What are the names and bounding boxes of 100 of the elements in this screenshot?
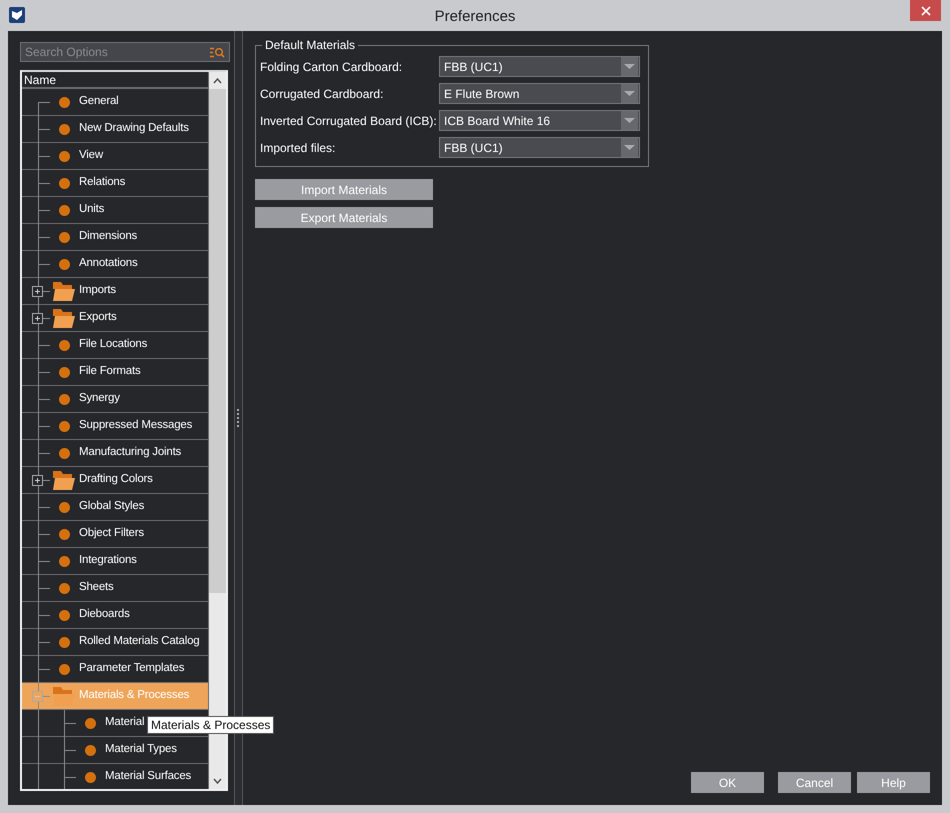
tree-item[interactable]: Imports bbox=[22, 278, 209, 305]
close-button[interactable] bbox=[910, 0, 941, 21]
bullet-icon bbox=[59, 232, 70, 243]
tree-item[interactable]: File Locations bbox=[22, 332, 209, 359]
bullet-icon bbox=[59, 610, 70, 621]
field-label: Inverted Corrugated Board (ICB): bbox=[260, 114, 438, 128]
bullet-icon bbox=[59, 502, 70, 513]
column-header: Name bbox=[22, 72, 209, 89]
bullet-icon bbox=[59, 664, 70, 675]
tree-item-label: Exports bbox=[79, 311, 117, 323]
tree-item-label: Integrations bbox=[79, 554, 137, 566]
tree-item[interactable]: Global Styles bbox=[22, 494, 209, 521]
folder-icon bbox=[52, 686, 76, 707]
material-dropdown[interactable]: E Flute Brown bbox=[439, 83, 640, 104]
scroll-down-icon bbox=[213, 778, 222, 784]
bullet-icon bbox=[59, 394, 70, 405]
tree-item[interactable]: Material Types bbox=[22, 737, 209, 764]
tree-item[interactable]: Annotations bbox=[22, 251, 209, 278]
bullet-icon bbox=[85, 772, 96, 783]
expand-button[interactable] bbox=[32, 475, 43, 486]
tree-item-label: Parameter Templates bbox=[79, 662, 184, 674]
bullet-icon bbox=[59, 97, 70, 108]
tree-item-label: Materials & Processes bbox=[79, 689, 190, 701]
bullet-icon bbox=[59, 340, 70, 351]
material-dropdown[interactable]: FBB (UC1) bbox=[439, 56, 640, 77]
tree-item-label: Relations bbox=[79, 176, 126, 188]
tree-item[interactable]: Suppressed Messages bbox=[22, 413, 209, 440]
tree-item-label: Suppressed Messages bbox=[79, 419, 192, 431]
plus-icon bbox=[33, 476, 42, 485]
tree-item[interactable]: Exports bbox=[22, 305, 209, 332]
tree-item-label: Drafting Colors bbox=[79, 473, 153, 485]
folder-icon bbox=[52, 470, 76, 491]
app-logo-icon bbox=[9, 7, 25, 23]
tree-item[interactable]: General bbox=[22, 89, 209, 116]
bullet-icon bbox=[59, 124, 70, 135]
expand-button[interactable] bbox=[32, 313, 43, 324]
field-label: Folding Carton Cardboard: bbox=[260, 60, 404, 74]
bullet-icon bbox=[59, 529, 70, 540]
tree-item[interactable]: New Drawing Defaults bbox=[22, 116, 209, 143]
tree-item[interactable]: Sheets bbox=[22, 575, 209, 602]
tooltip: Materials & Processes bbox=[147, 716, 274, 734]
tree-item[interactable]: Synergy bbox=[22, 386, 209, 413]
tree-item-label: File Locations bbox=[79, 338, 148, 350]
tree-item[interactable]: Drafting Colors bbox=[22, 467, 209, 494]
tree-item-label: Material Types bbox=[105, 743, 177, 755]
bullet-icon bbox=[59, 151, 70, 162]
bullet-icon bbox=[59, 583, 70, 594]
group-title: Default Materials bbox=[264, 38, 356, 52]
tree-item[interactable]: Integrations bbox=[22, 548, 209, 575]
search-input[interactable]: Search Options bbox=[25, 45, 210, 59]
expand-button[interactable] bbox=[32, 286, 43, 297]
bullet-icon bbox=[59, 448, 70, 459]
window-title: Preferences bbox=[434, 6, 516, 24]
grip-icon bbox=[237, 408, 240, 428]
tree-item[interactable]: View bbox=[22, 143, 209, 170]
scroll-thumb[interactable] bbox=[209, 89, 226, 593]
tree-item-label: View bbox=[79, 149, 103, 161]
tree-item-label: Units bbox=[79, 203, 104, 215]
bullet-icon bbox=[59, 421, 70, 432]
bullet-icon bbox=[85, 718, 96, 729]
tree-item-label: General bbox=[79, 95, 119, 107]
tree-item[interactable]: File Formats bbox=[22, 359, 209, 386]
material-dropdown[interactable]: ICB Board White 16 bbox=[439, 110, 640, 131]
tree-item-label: Dieboards bbox=[79, 608, 130, 620]
tree-item[interactable]: Object Filters bbox=[22, 521, 209, 548]
bullet-icon bbox=[59, 259, 70, 270]
field-label: Imported files: bbox=[260, 140, 336, 154]
tree-item[interactable]: Rolled Materials Catalog bbox=[22, 629, 209, 656]
tree-item-label: Synergy bbox=[79, 392, 120, 404]
tree-item[interactable]: Dieboards bbox=[22, 602, 209, 629]
bullet-icon bbox=[59, 205, 70, 216]
tree-item-label: Imports bbox=[79, 284, 116, 296]
tree-item-label: Annotations bbox=[79, 257, 138, 269]
tree-item[interactable]: Dimensions bbox=[22, 224, 209, 251]
material-dropdown[interactable]: FBB (UC1) bbox=[439, 137, 640, 158]
bullet-icon bbox=[59, 637, 70, 648]
tree-item-label: Manufacturing Joints bbox=[79, 446, 182, 458]
tree-item[interactable]: Relations bbox=[22, 170, 209, 197]
bullet-icon bbox=[59, 367, 70, 378]
plus-icon bbox=[33, 314, 42, 323]
folder-icon bbox=[52, 281, 76, 302]
bullet-icon bbox=[85, 745, 96, 756]
bullet-icon bbox=[59, 556, 70, 567]
tree-item-label: Sheets bbox=[79, 581, 114, 593]
scroll-up-icon bbox=[213, 78, 222, 84]
tree-item-label: New Drawing Defaults bbox=[79, 122, 189, 134]
search-icon bbox=[210, 46, 225, 58]
tree-item-label: Material Surfaces bbox=[105, 770, 192, 782]
tree-item-label: Material bbox=[105, 716, 144, 728]
folder-icon bbox=[52, 308, 76, 329]
tree-item[interactable]: Units bbox=[22, 197, 209, 224]
search-field[interactable]: Search Options bbox=[20, 42, 230, 62]
tree-item-label: Object Filters bbox=[79, 527, 144, 539]
field-label: Corrugated Cardboard: bbox=[260, 86, 384, 100]
tree-item-label: Dimensions bbox=[79, 230, 138, 242]
plus-icon bbox=[33, 287, 42, 296]
tree-item-label: File Formats bbox=[79, 365, 140, 377]
tree-item-label: Global Styles bbox=[79, 500, 144, 512]
tree-item-label: Rolled Materials Catalog bbox=[79, 635, 200, 647]
tree-item[interactable]: Manufacturing Joints bbox=[22, 440, 209, 467]
